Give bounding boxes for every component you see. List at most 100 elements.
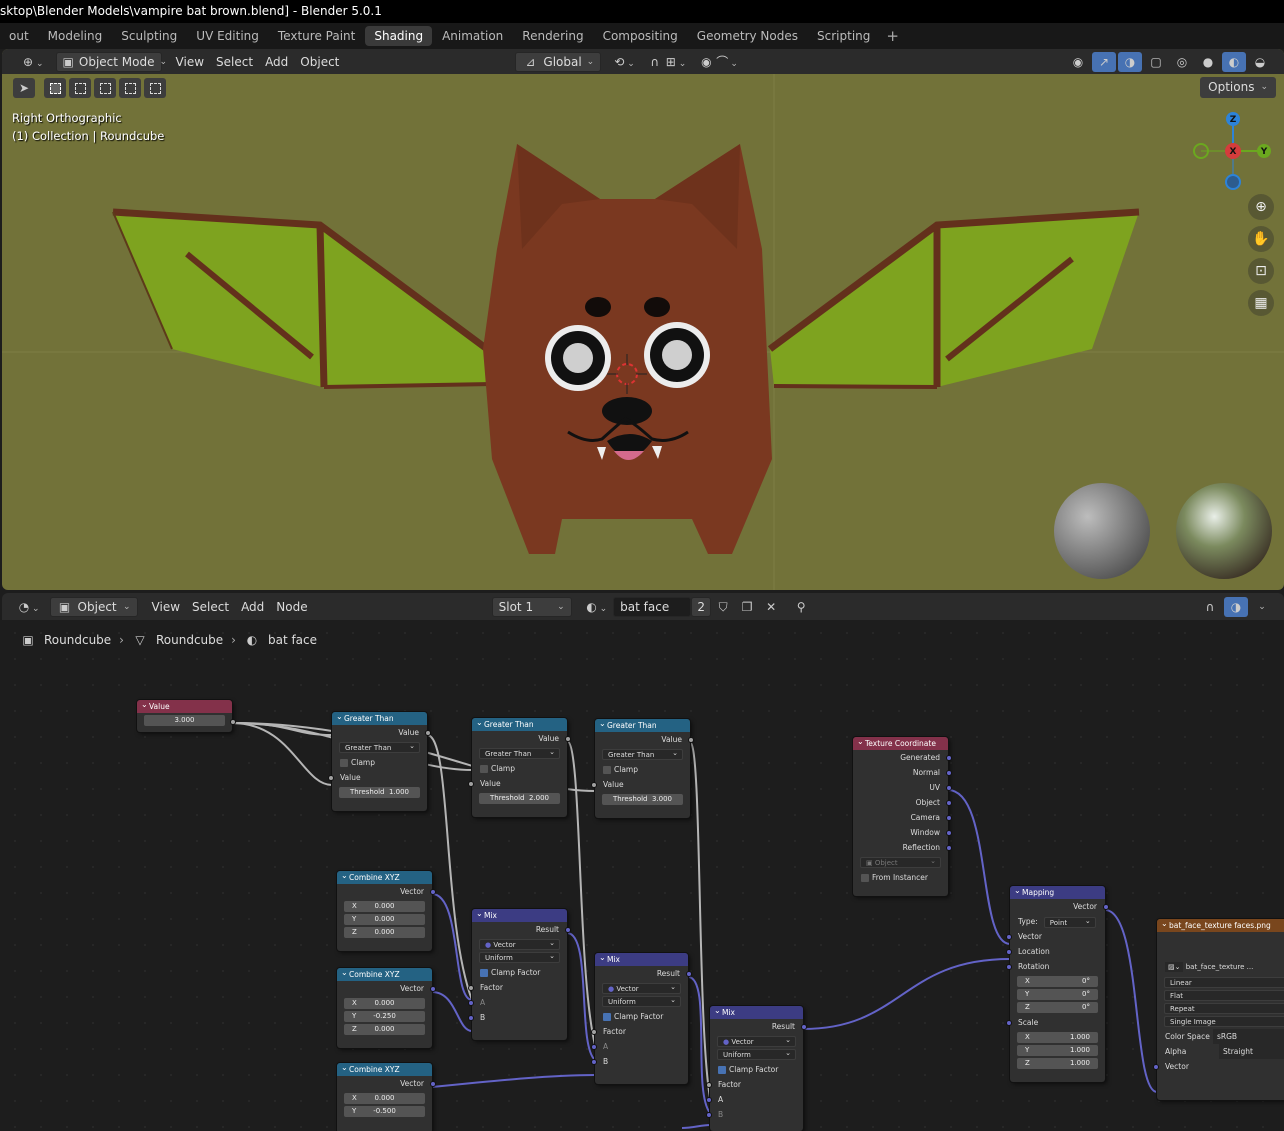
material-preview-shading[interactable]: ◐ [1222, 51, 1246, 72]
combine1-y-field[interactable]: Y 0.000 [344, 914, 425, 925]
3d-viewport[interactable]: Z X Y ⊕ ⌄ ▣ Object Mode ⌄ View Select Add… [2, 49, 1284, 590]
gt1-output-socket[interactable] [425, 730, 431, 736]
gt2-output-socket[interactable] [565, 736, 571, 742]
mix2-a-socket[interactable] [591, 1044, 597, 1050]
mapping-vector-socket[interactable] [1006, 934, 1012, 940]
add-menu[interactable]: Add [259, 52, 294, 72]
view-menu[interactable]: View [170, 52, 210, 72]
select-intersect-mode[interactable] [144, 78, 166, 98]
tab-rendering[interactable]: Rendering [513, 26, 592, 46]
select-subtract-mode[interactable] [94, 78, 116, 98]
mapping-rot-y[interactable]: Y 0° [1017, 989, 1098, 1000]
mapping-output-socket[interactable] [1103, 904, 1109, 910]
ortho-grid-icon[interactable]: ▦ [1248, 290, 1274, 316]
node-overlay-dropdown[interactable]: ⌄ [1250, 597, 1274, 617]
pin-button[interactable]: ⚲ [789, 597, 813, 617]
gt3-threshold-field[interactable]: Threshold 3.000 [602, 794, 683, 805]
mix3-b-socket[interactable] [706, 1112, 712, 1118]
mix3-data-type-dropdown[interactable]: ● Vector [717, 1035, 796, 1047]
rendered-shading[interactable]: ◒ [1248, 52, 1272, 72]
select-tool[interactable]: ➤ [13, 78, 35, 98]
gt2-threshold-field[interactable]: Threshold 2.000 [479, 793, 560, 804]
greater-than-node-3[interactable]: Greater Than Value Greater Than Clamp Va… [591, 719, 694, 818]
combine2-z-field[interactable]: Z 0.000 [344, 1024, 425, 1035]
combine1-output-socket[interactable] [430, 889, 436, 895]
mapping-type-dropdown[interactable]: Point [1043, 916, 1096, 928]
mix3-clamp-factor[interactable]: Clamp Factor [710, 1062, 803, 1077]
texture-coordinate-node[interactable]: Texture Coordinate Generated Normal UV O… [853, 737, 952, 896]
mix1-clamp-factor[interactable]: Clamp Factor [472, 965, 567, 980]
pan-hand-icon[interactable]: ✋ [1248, 226, 1274, 252]
proportional-edit-button[interactable]: ◉ ⌒ ⌄ [692, 52, 744, 72]
mix2-output-socket[interactable] [686, 971, 692, 977]
mode-dropdown[interactable]: ▣ Object Mode ⌄ [55, 51, 167, 72]
mix-node-1[interactable]: Mix Result ● Vector Uniform Clamp Factor… [468, 909, 571, 1040]
gt3-output-socket[interactable] [688, 737, 694, 743]
transform-orientation-dropdown[interactable]: ⊿ Global ⌄ [515, 51, 602, 72]
zoom-icon[interactable]: ⊕ [1248, 194, 1274, 220]
uv-socket[interactable] [946, 785, 952, 791]
combine3-x-field[interactable]: X 0.000 [344, 1093, 425, 1104]
tab-uv-editing[interactable]: UV Editing [187, 26, 268, 46]
tab-shading[interactable]: Shading [365, 26, 433, 46]
shader-type-dropdown[interactable]: ▣ Object ⌄ [49, 596, 138, 617]
gt2-input-socket[interactable] [468, 781, 474, 787]
overlay-toggle[interactable]: ◑ [1118, 51, 1142, 72]
mix2-clamp-factor[interactable]: Clamp Factor [595, 1009, 688, 1024]
mix1-factor-mode-dropdown[interactable]: Uniform [479, 951, 560, 963]
reflection-socket[interactable] [946, 845, 952, 851]
mix2-b-socket[interactable] [591, 1059, 597, 1065]
gt1-input-socket[interactable] [328, 775, 334, 781]
generated-socket[interactable] [946, 755, 952, 761]
material-name-field[interactable]: bat face [613, 596, 692, 617]
interpolation-dropdown[interactable]: Linear [1164, 977, 1284, 988]
extension-dropdown[interactable]: Repeat [1164, 1003, 1284, 1014]
duplicate-material-button[interactable]: ❐ [735, 597, 759, 617]
normal-socket[interactable] [946, 770, 952, 776]
combine-xyz-node-1[interactable]: Combine XYZ Vector X0.000 Y0.000 Z0.000 [337, 871, 436, 951]
mapping-scale-y[interactable]: Y 1.000 [1017, 1045, 1098, 1056]
value-node[interactable]: Value 3.000 [137, 700, 236, 732]
image-texture-node[interactable]: bat_face_texture faces.png ▨⌄ bat_face_t… [1153, 919, 1284, 1100]
mapping-scale-z[interactable]: Z 1.000 [1017, 1058, 1098, 1069]
tab-layout[interactable]: out [0, 26, 38, 46]
camera-view-icon[interactable]: ⊡ [1248, 258, 1274, 284]
wireframe-shading[interactable]: ◎ [1170, 52, 1194, 72]
tab-scripting[interactable]: Scripting [808, 26, 879, 46]
gt3-input-socket[interactable] [591, 782, 597, 788]
mapping-rotation-socket[interactable] [1006, 964, 1012, 970]
snap-nodes-button[interactable]: ∩ [1198, 597, 1222, 617]
editor-type-button[interactable]: ⊕ ⌄ [14, 52, 50, 72]
user-count[interactable]: 2 [691, 596, 712, 617]
mapping-node[interactable]: Mapping Vector Type:Point Vector Locatio… [1006, 886, 1109, 1082]
mix3-a-socket[interactable] [706, 1097, 712, 1103]
node-view-menu[interactable]: View [146, 597, 186, 617]
node-editor-type-button[interactable]: ◔ ⌄ [10, 597, 46, 617]
mix1-data-type-dropdown[interactable]: ● Vector [479, 938, 560, 950]
combine1-x-field[interactable]: X 0.000 [344, 901, 425, 912]
combine-xyz-node-2[interactable]: Combine XYZ Vector X0.000 Y-0.250 Z0.000 [337, 968, 436, 1048]
unlink-material-button[interactable]: ✕ [759, 597, 783, 617]
node-canvas[interactable]: ▣ Roundcube › ▽ Roundcube › ◐ bat face V… [2, 620, 1284, 1131]
mix-node-3[interactable]: Mix Result ● Vector Uniform Clamp Factor… [706, 1006, 807, 1131]
mapping-scale-socket[interactable] [1006, 1020, 1012, 1026]
visibility-button[interactable]: ◉ [1066, 52, 1090, 72]
fake-user-button[interactable]: ⛉ [711, 597, 735, 617]
object-socket[interactable] [946, 800, 952, 806]
alpha-dropdown[interactable]: Straight [1219, 1044, 1284, 1059]
add-workspace-button[interactable]: + [880, 26, 905, 46]
gt1-threshold-field[interactable]: Threshold 1.000 [339, 787, 420, 798]
object-menu[interactable]: Object [294, 52, 345, 72]
combine2-y-field[interactable]: Y -0.250 [344, 1011, 425, 1022]
image-selector[interactable]: ▨⌄ bat_face_texture ... [1157, 960, 1284, 975]
mix2-data-type-dropdown[interactable]: ● Vector [602, 982, 681, 994]
tab-sculpting[interactable]: Sculpting [112, 26, 186, 46]
mapping-location-socket[interactable] [1006, 949, 1012, 955]
mix3-factor-mode-dropdown[interactable]: Uniform [717, 1048, 796, 1060]
node-select-menu[interactable]: Select [186, 597, 235, 617]
gt1-clamp[interactable]: Clamp [332, 755, 427, 770]
value-field[interactable]: 3.000 [144, 715, 225, 726]
tab-texture-paint[interactable]: Texture Paint [269, 26, 364, 46]
combine3-output-socket[interactable] [430, 1081, 436, 1087]
value-output-socket[interactable] [230, 719, 236, 725]
